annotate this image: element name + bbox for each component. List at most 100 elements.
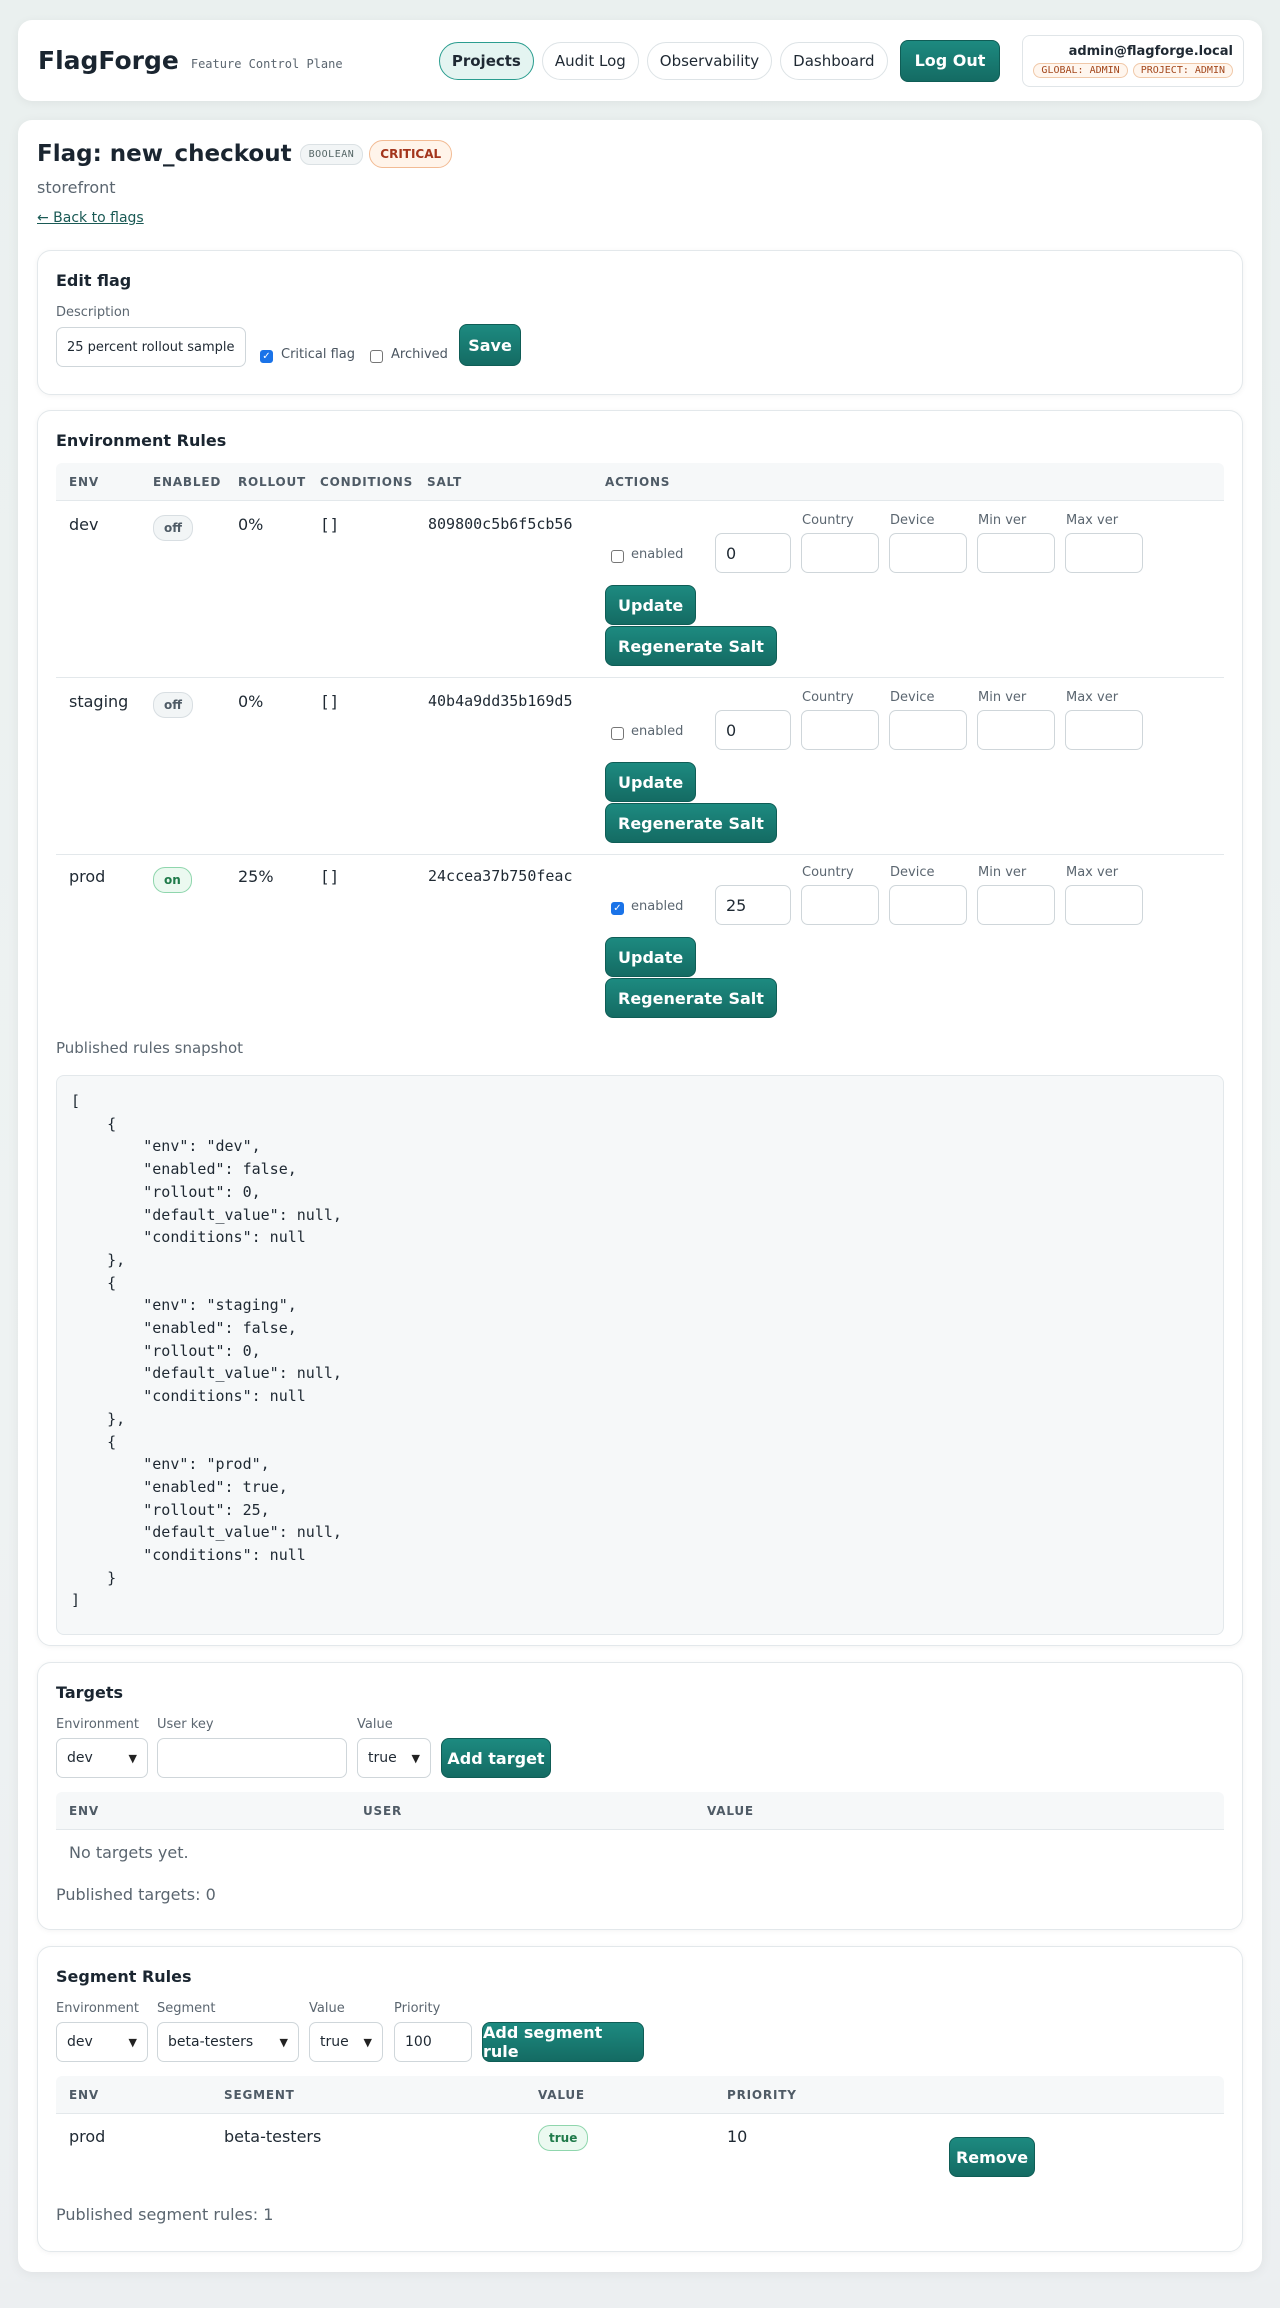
device-input[interactable] (889, 533, 967, 573)
min-ver-input[interactable] (977, 533, 1055, 573)
nav-audit-log[interactable]: Audit Log (541, 41, 639, 80)
user-info: admin@flagforge.local GLOBAL: ADMIN PROJ… (1022, 34, 1244, 87)
device-input[interactable] (889, 710, 967, 750)
segment-value-value: true (320, 2034, 349, 2050)
max-ver-label: Max ver (1066, 690, 1119, 705)
nav-dashboard[interactable]: Dashboard (780, 41, 888, 80)
enabled-checkbox[interactable]: ✓ (611, 902, 624, 915)
env-name: prod (69, 867, 106, 886)
enabled-pill: off (153, 515, 193, 541)
nav-observability[interactable]: Observability (646, 41, 773, 80)
segment-select[interactable]: beta-testers ▼ (157, 2022, 299, 2062)
max-ver-input[interactable] (1065, 885, 1143, 925)
role-badge-project: PROJECT: ADMIN (1132, 62, 1233, 78)
salt-value: 40b4a9dd35b169d5 (428, 692, 573, 710)
edit-flag-heading: Edit flag (56, 271, 132, 290)
rollout-input[interactable]: 0 (715, 710, 791, 750)
table-row: prod beta-testers true 10 Remove (38, 2115, 1244, 2195)
rollout-value: 0% (238, 515, 264, 534)
enabled-checkbox[interactable] (611, 550, 624, 563)
segment-env-select[interactable]: dev ▼ (56, 2022, 148, 2062)
remove-segment-rule-button[interactable]: Remove (949, 2137, 1035, 2177)
nav-projects[interactable]: Projects (438, 41, 534, 80)
segment-rules-panel: Segment Rules Environment dev ▼ Segment … (37, 1946, 1243, 2252)
chevron-down-icon: ▼ (363, 2035, 372, 2049)
back-to-flags-link[interactable]: ← Back to flags (37, 210, 144, 226)
published-targets-count: Published targets: 0 (56, 1885, 216, 1904)
env-row-dev: dev off 0% [] 809800c5b6f5cb56 enabled 0… (38, 501, 1244, 677)
target-env-select[interactable]: dev ▼ (56, 1738, 148, 1778)
col-env: ENV (69, 1804, 99, 1818)
main-nav: Projects Audit Log Observability Dashboa… (438, 34, 1244, 87)
conditions-value: [] (320, 867, 340, 886)
min-ver-input[interactable] (977, 885, 1055, 925)
max-ver-input[interactable] (1065, 533, 1143, 573)
max-ver-input[interactable] (1065, 710, 1143, 750)
update-button[interactable]: Update (605, 937, 697, 977)
env-row-staging: staging off 0% [] 40b4a9dd35b169d5 enabl… (38, 678, 1244, 854)
rules-snapshot-json: [ { "env": "dev", "enabled": false, "rol… (71, 1092, 342, 1610)
critical-flag-checkbox[interactable]: ✓ (260, 350, 273, 363)
env-row-prod: prod on 25% [] 24ccea37b750feac ✓ enable… (38, 855, 1244, 1031)
enabled-pill: off (153, 692, 193, 718)
archived-checkbox[interactable] (370, 350, 383, 363)
col-env: ENV (69, 2088, 99, 2102)
min-ver-label: Min ver (978, 865, 1027, 880)
priority-input[interactable]: 100 (394, 2022, 472, 2062)
col-user: USER (363, 1804, 403, 1818)
country-input[interactable] (801, 885, 879, 925)
regenerate-salt-button[interactable]: Regenerate Salt (605, 626, 777, 666)
update-button[interactable]: Update (605, 585, 697, 625)
regenerate-salt-button[interactable]: Regenerate Salt (605, 978, 777, 1018)
col-value: VALUE (538, 2088, 585, 2102)
col-env: ENV (69, 475, 99, 489)
country-input[interactable] (801, 710, 879, 750)
country-label: Country (802, 690, 854, 705)
rollout-input[interactable]: 0 (715, 533, 791, 573)
regenerate-salt-button[interactable]: Regenerate Salt (605, 803, 777, 843)
col-priority: PRIORITY (727, 2088, 797, 2102)
device-label: Device (890, 513, 935, 528)
role-badge-global: GLOBAL: ADMIN (1033, 62, 1128, 78)
col-rollout: ROLLOUT (238, 475, 307, 489)
col-salt: SALT (427, 475, 462, 489)
user-key-input[interactable] (157, 1738, 347, 1778)
save-button[interactable]: Save (459, 324, 521, 366)
min-ver-input[interactable] (977, 710, 1055, 750)
country-input[interactable] (801, 533, 879, 573)
rollout-input[interactable]: 25 (715, 885, 791, 925)
environment-rules-heading: Environment Rules (56, 431, 227, 450)
chevron-down-icon: ▼ (279, 2035, 288, 2049)
max-ver-label: Max ver (1066, 513, 1119, 528)
target-value-select[interactable]: true ▼ (357, 1738, 431, 1778)
description-input[interactable]: 25 percent rollout sample (56, 327, 246, 367)
project-name: storefront (37, 178, 116, 197)
device-label: Device (890, 865, 935, 880)
enabled-label: enabled (631, 899, 684, 914)
segment-row-value: true (538, 2125, 589, 2151)
rollout-value: 0% (238, 692, 264, 711)
segment-row-name: beta-testers (224, 2127, 322, 2146)
col-conditions: CONDITIONS (320, 475, 414, 489)
segments-table-header: ENV SEGMENT VALUE PRIORITY (56, 2076, 1224, 2114)
critical-badge: CRITICAL (369, 140, 453, 168)
targets-heading: Targets (56, 1683, 124, 1702)
device-input[interactable] (889, 885, 967, 925)
update-button[interactable]: Update (605, 762, 697, 802)
segment-value-select[interactable]: true ▼ (309, 2022, 383, 2062)
segment-rules-heading: Segment Rules (56, 1967, 192, 1986)
conditions-value: [] (320, 515, 340, 534)
add-target-button[interactable]: Add target (441, 1738, 551, 1778)
targets-table-header: ENV USER VALUE (56, 1792, 1224, 1830)
logout-button[interactable]: Log Out (899, 39, 1001, 82)
target-env-label: Environment (56, 1717, 140, 1732)
rollout-value: 25% (238, 867, 274, 886)
enabled-label: enabled (631, 547, 684, 562)
enabled-checkbox[interactable] (611, 727, 624, 740)
segment-value-label: Value (309, 2001, 345, 2016)
add-segment-rule-button[interactable]: Add segment rule (482, 2022, 644, 2062)
published-segment-rules-count: Published segment rules: 1 (56, 2205, 274, 2224)
device-label: Device (890, 690, 935, 705)
segment-value: beta-testers (168, 2034, 254, 2050)
max-ver-label: Max ver (1066, 865, 1119, 880)
